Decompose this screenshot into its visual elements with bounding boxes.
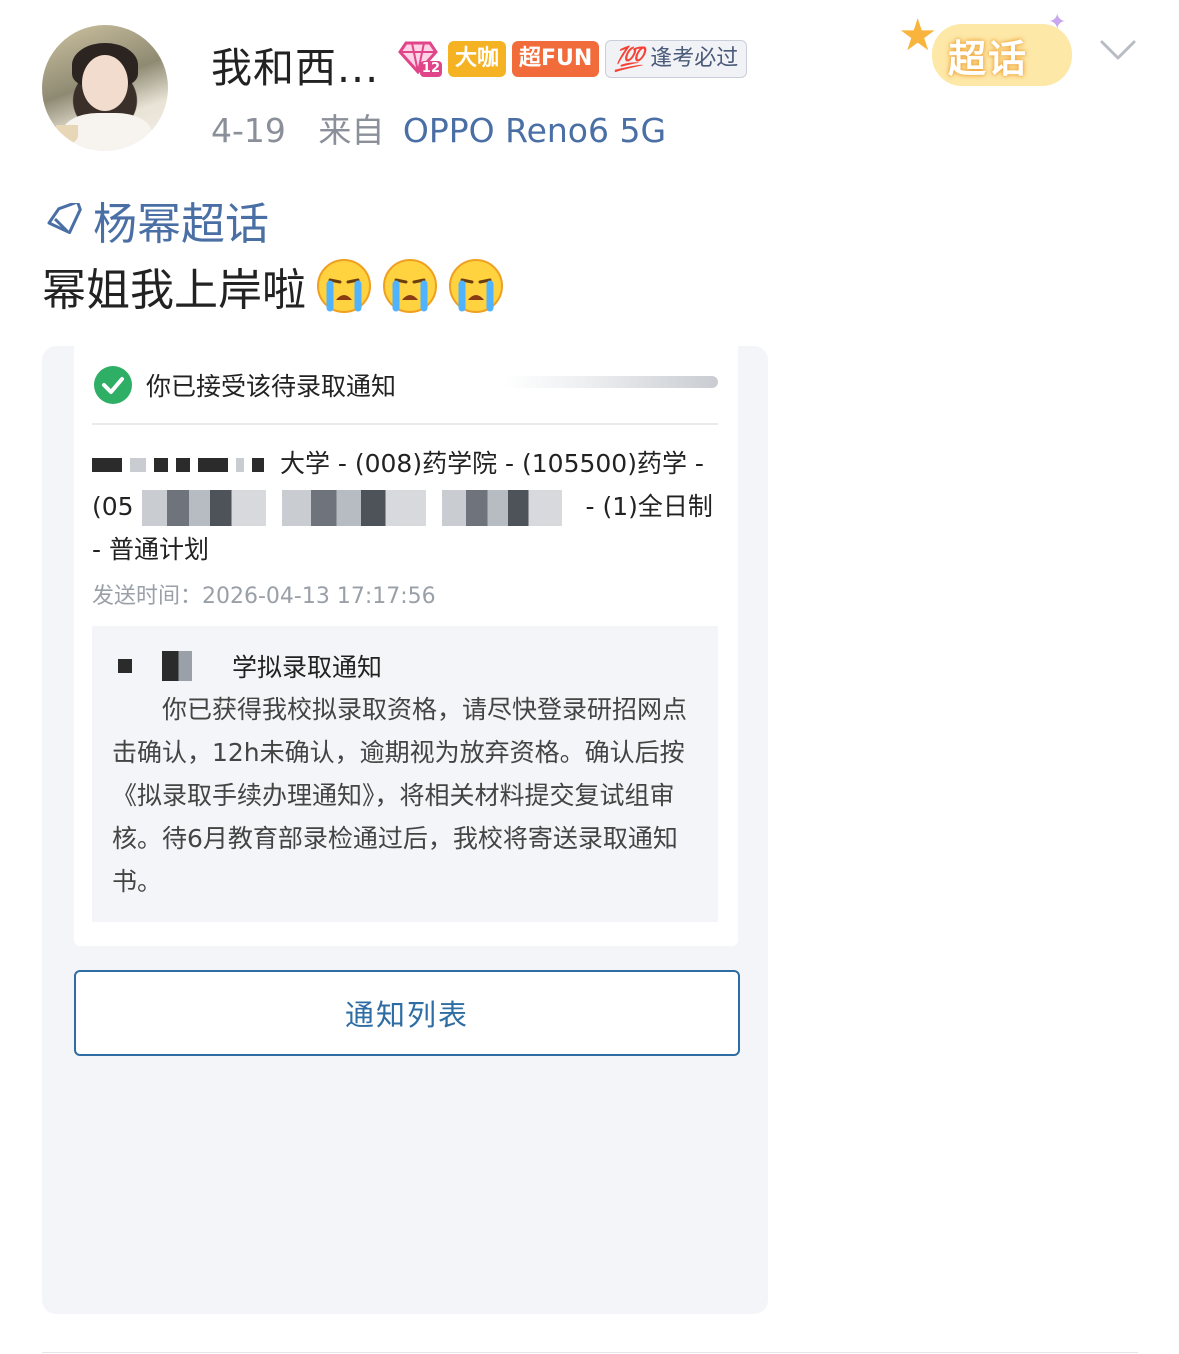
avatar[interactable]: [42, 25, 168, 151]
crying-face-icon: [448, 258, 504, 314]
crying-face-icon: [382, 258, 438, 314]
program-line-2-suffix: - (1)全日制: [585, 492, 713, 521]
super-fun-badge[interactable]: 超FUN: [512, 41, 600, 77]
exam-badge-label: 逢考必过: [650, 46, 739, 71]
from-label: 来自: [318, 111, 385, 150]
program-line-1: 大学 - (008)药学院 - (105500)药学 -: [279, 449, 704, 478]
sparkle-icon: ✦: [1048, 10, 1067, 35]
device-link[interactable]: OPPO Reno6 5G: [403, 111, 666, 150]
post-image[interactable]: 你已接受该待录取通知 大学 - (008)药学院 - (105500)药学 - …: [42, 346, 768, 1314]
post-text: 幂姐我上岸啦: [42, 254, 504, 318]
check-icon: [94, 366, 132, 404]
admission-notice-panel: 你已接受该待录取通知 大学 - (008)药学院 - (105500)药学 - …: [74, 346, 738, 946]
notice-title: 学拟录取通知: [118, 648, 382, 684]
level-number: 12: [419, 61, 442, 77]
exam-badge[interactable]: 💯 逢考必过: [605, 40, 748, 78]
accept-text: 你已接受该待录取通知: [146, 372, 397, 401]
notice-title-text: 学拟录取通知: [232, 653, 383, 682]
supertopic-badge[interactable]: ★ ✦ 超话: [898, 10, 1080, 100]
user-badges: 12 大咖 超FUN 💯 逢考必过: [398, 38, 748, 80]
notice-body-text: 你已获得我校拟录取资格，请尽快登录研招网点击确认，12h未确认，逾期视为放弃资格…: [112, 695, 688, 896]
notice-content-box: 学拟录取通知 你已获得我校拟录取资格，请尽快登录研招网点击确认，12h未确认，逾…: [92, 626, 718, 922]
program-line-3: - 普通计划: [92, 535, 209, 564]
accept-status: 你已接受该待录取通知: [94, 366, 396, 404]
star-icon: ★: [898, 10, 938, 61]
diamond-topic-icon: [47, 203, 82, 235]
post-text-content: 幂姐我上岸啦: [42, 265, 306, 316]
post-meta: 4-19 来自 OPPO Reno6 5G: [211, 104, 666, 152]
notification-list-button[interactable]: 通知列表: [74, 970, 740, 1056]
supertopic-badge-label: 超话: [948, 37, 1029, 81]
blurred-text: [504, 376, 718, 388]
daka-badge[interactable]: 大咖: [448, 41, 507, 77]
post-date: 4-19: [211, 111, 286, 150]
diamond-level-icon[interactable]: 12: [398, 39, 442, 79]
program-info: 大学 - (008)药学院 - (105500)药学 - (05 - (1)全日…: [92, 442, 724, 571]
send-time: 发送时间：2026-04-13 17:17:56: [92, 584, 436, 609]
topic-link[interactable]: 杨幂超话: [45, 188, 269, 252]
divider: [92, 423, 718, 425]
crying-face-icon: [316, 258, 372, 314]
notice-body: 你已获得我校拟录取资格，请尽快登录研招网点击确认，12h未确认，逾期视为放弃资格…: [112, 688, 702, 903]
username[interactable]: 我和西...: [211, 34, 379, 94]
chevron-down-icon[interactable]: [1098, 36, 1138, 64]
hundred-icon: 💯: [614, 45, 645, 73]
divider: [42, 1352, 1138, 1353]
topic-label: 杨幂超话: [93, 199, 269, 250]
program-line-2-prefix: (05: [92, 492, 134, 521]
